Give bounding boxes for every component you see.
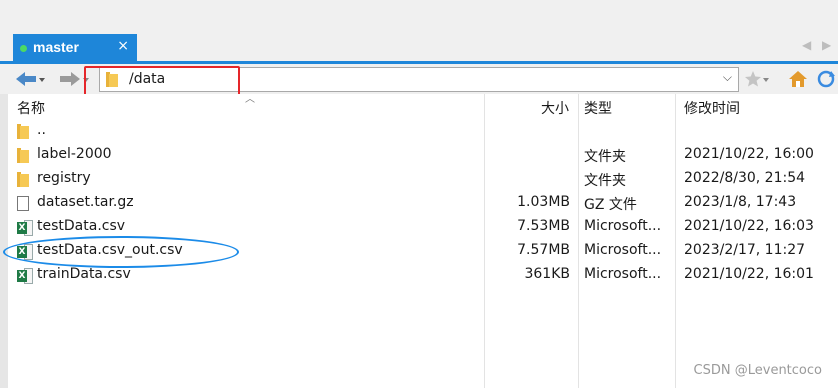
bookmark-button[interactable] xyxy=(744,68,770,90)
file-modified: 2021/10/22, 16:00 xyxy=(684,146,814,162)
table-row[interactable]: registry 文件夹 2022/8/30, 21:54 xyxy=(8,168,838,192)
address-path[interactable]: /data xyxy=(129,71,165,87)
folder-icon xyxy=(17,172,29,187)
back-arrow-icon xyxy=(16,72,36,86)
refresh-button[interactable] xyxy=(816,68,836,90)
connected-dot-icon xyxy=(20,45,27,52)
file-modified: 2021/10/22, 16:03 xyxy=(684,218,814,234)
file-name: .. xyxy=(37,122,46,138)
tab-master[interactable]: master × xyxy=(13,34,137,62)
file-size: 1.03MB xyxy=(517,194,570,210)
address-bar[interactable]: /data ⌵ xyxy=(99,67,739,92)
file-list[interactable]: 名称 ︿ 大小 类型 修改时间 .. label-2000 文件夹 2021/1… xyxy=(8,94,838,388)
back-dropdown-icon[interactable] xyxy=(38,70,46,88)
chevron-down-icon[interactable]: ⌵ xyxy=(723,70,732,85)
file-name: dataset.tar.gz xyxy=(37,194,134,210)
file-modified: 2023/2/17, 11:27 xyxy=(684,242,806,258)
file-name: registry xyxy=(37,170,91,186)
table-row[interactable]: X testData.csv_out.csv 7.57MB Microsoft.… xyxy=(8,240,838,264)
tab-strip: master × ◀ ▶ xyxy=(0,0,838,62)
file-name: testData.csv_out.csv xyxy=(37,242,183,258)
file-size: 361KB xyxy=(524,266,570,282)
file-type: Microsoft... xyxy=(584,266,662,282)
forward-arrow-icon xyxy=(60,72,80,86)
refresh-icon xyxy=(817,70,835,88)
file-type: 文件夹 xyxy=(584,173,626,189)
file-name: label-2000 xyxy=(37,146,112,162)
table-row[interactable]: dataset.tar.gz 1.03MB GZ 文件 2023/1/8, 17… xyxy=(8,192,838,216)
watermark: CSDN @Leventcoco xyxy=(693,363,822,378)
file-type: Microsoft... xyxy=(584,218,662,234)
table-row[interactable]: label-2000 文件夹 2021/10/22, 16:00 xyxy=(8,144,838,168)
left-pane-edge xyxy=(0,94,8,388)
file-name: trainData.csv xyxy=(37,266,131,282)
forward-dropdown-icon[interactable] xyxy=(82,70,90,88)
folder-icon xyxy=(17,148,29,163)
file-type: Microsoft... xyxy=(584,242,662,258)
file-modified: 2022/8/30, 21:54 xyxy=(684,170,806,186)
file-type: GZ 文件 xyxy=(584,197,637,213)
home-icon xyxy=(789,71,807,87)
star-icon xyxy=(745,71,761,87)
file-size: 7.57MB xyxy=(517,242,570,258)
tab-scroll-left-icon[interactable]: ◀ xyxy=(802,38,811,52)
folder-icon xyxy=(106,72,118,87)
excel-icon: X xyxy=(17,220,33,236)
sort-ascending-icon: ︿ xyxy=(245,94,255,105)
table-row[interactable]: .. xyxy=(8,120,838,144)
back-button[interactable] xyxy=(14,68,46,90)
forward-button[interactable] xyxy=(58,68,90,90)
excel-icon: X xyxy=(17,268,33,284)
file-type: 文件夹 xyxy=(584,149,626,165)
home-button[interactable] xyxy=(788,68,808,90)
file-size: 7.53MB xyxy=(517,218,570,234)
file-icon xyxy=(17,196,29,211)
folder-icon xyxy=(17,124,29,139)
tab-scroll-right-icon[interactable]: ▶ xyxy=(822,38,831,52)
table-row[interactable]: X testData.csv 7.53MB Microsoft... 2021/… xyxy=(8,216,838,240)
file-modified: 2021/10/22, 16:01 xyxy=(684,266,814,282)
file-name: testData.csv xyxy=(37,218,126,234)
tab-title: master xyxy=(33,39,79,55)
table-row[interactable]: X trainData.csv 361KB Microsoft... 2021/… xyxy=(8,264,838,288)
close-icon[interactable]: × xyxy=(117,38,129,54)
excel-icon: X xyxy=(17,244,33,260)
navigation-bar: /data ⌵ xyxy=(0,64,838,94)
file-modified: 2023/1/8, 17:43 xyxy=(684,194,797,210)
bookmark-dropdown-icon[interactable] xyxy=(762,70,770,88)
